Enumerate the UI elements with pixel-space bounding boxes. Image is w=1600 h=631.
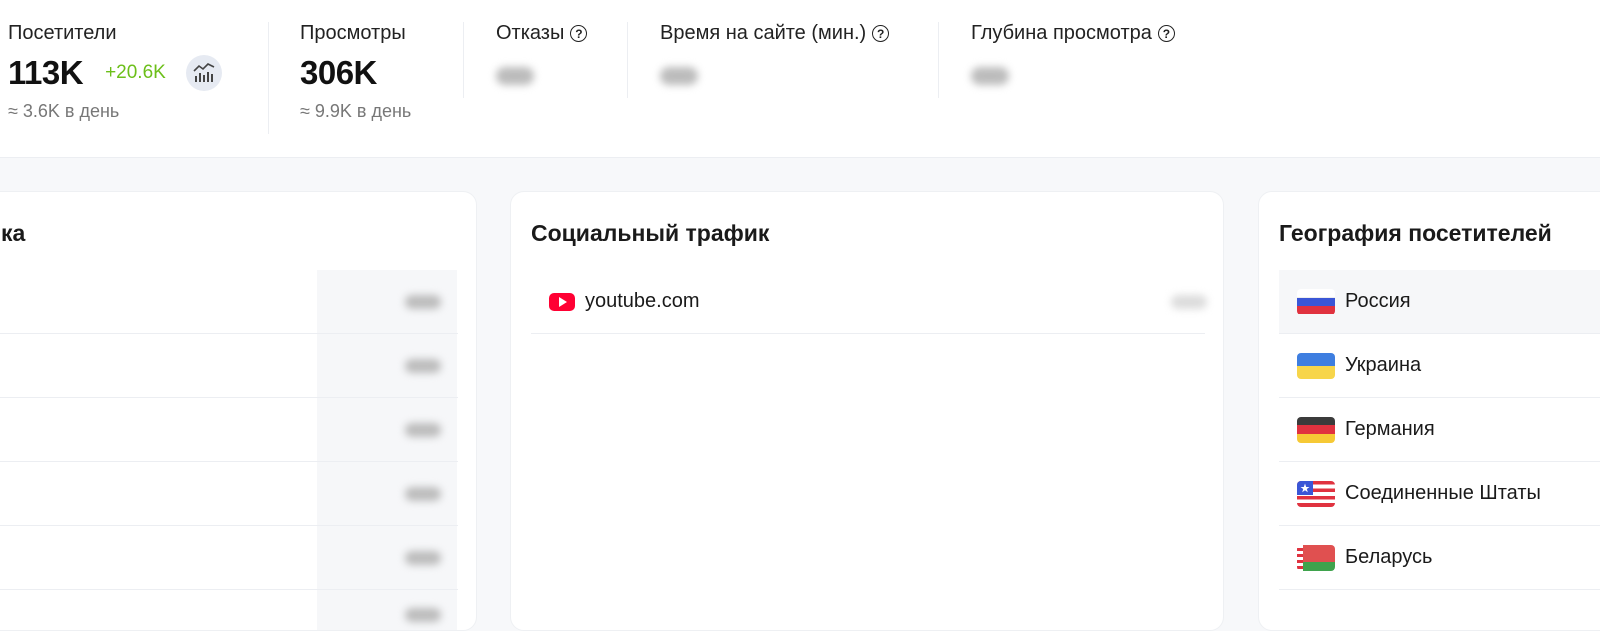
country-item-germany[interactable]: Германия: [1279, 398, 1600, 462]
stat-visitors-label: Посетители: [8, 22, 117, 44]
help-icon[interactable]: ?: [1157, 25, 1175, 42]
trend-chart-button[interactable]: [185, 55, 222, 91]
stat-bounces: Отказы ?: [496, 22, 588, 85]
row-value-blurred: [405, 358, 441, 373]
social-traffic-card: Социальный трафик youtube.com: [510, 191, 1224, 631]
stat-depth-value-blurred: [971, 67, 1009, 85]
stat-depth: Глубина просмотра ?: [971, 22, 1175, 85]
stat-divider: [463, 22, 464, 98]
row-value-blurred: [405, 294, 441, 309]
stat-views-per-day: ≈ 9.9K в день: [300, 101, 412, 121]
traffic-sources-card: ка: [0, 191, 477, 631]
social-item-youtube[interactable]: youtube.com: [531, 270, 1207, 334]
social-item-label: youtube.com: [585, 290, 700, 312]
russia-flag-icon: [1297, 288, 1335, 315]
stat-visitors-per-day: ≈ 3.6K в день: [8, 101, 120, 121]
card-title: Социальный трафик: [531, 220, 770, 246]
row-value-blurred: [405, 486, 441, 501]
stat-visitors: Посетители 113K +20.6K ≈ 3.6K в день: [8, 22, 222, 122]
stat-views-value: 306K: [300, 54, 377, 91]
stats-strip: Посетители 113K +20.6K ≈ 3.6K в день Про…: [0, 0, 1600, 158]
stat-visitors-delta: +20.6K: [105, 62, 166, 83]
germany-flag-icon: [1297, 416, 1335, 443]
stat-bounces-value-blurred: [496, 67, 534, 85]
list-item[interactable]: [0, 398, 458, 462]
country-name: Германия: [1345, 418, 1435, 440]
country-item-ukraine[interactable]: Украина: [1279, 334, 1600, 398]
card-title: ка: [1, 220, 26, 246]
belarus-flag-icon: [1297, 544, 1335, 571]
country-name: Соединенные Штаты: [1345, 482, 1541, 504]
trend-chart-icon: [193, 63, 215, 82]
list-item[interactable]: [0, 526, 458, 590]
list-item[interactable]: [0, 270, 458, 334]
stat-views-label: Просмотры: [300, 22, 406, 44]
list-item[interactable]: [0, 334, 458, 398]
youtube-icon: [549, 292, 575, 311]
ukraine-flag-icon: [1297, 352, 1335, 379]
country-item-russia[interactable]: Россия: [1279, 270, 1600, 334]
usa-flag-icon: [1297, 480, 1335, 507]
stat-views: Просмотры 306K ≈ 9.9K в день: [300, 22, 411, 122]
stat-divider: [627, 22, 628, 98]
row-value-blurred: [405, 608, 441, 622]
help-icon[interactable]: ?: [872, 25, 890, 42]
list-item[interactable]: [0, 462, 458, 526]
country-item-belarus[interactable]: Беларусь: [1279, 526, 1600, 590]
stat-depth-label: Глубина просмотра: [971, 22, 1152, 44]
country-item-usa[interactable]: Соединенные Штаты: [1279, 462, 1600, 526]
stat-bounces-label: Отказы: [496, 22, 565, 44]
help-icon[interactable]: ?: [570, 25, 588, 42]
stat-divider: [268, 22, 269, 134]
stat-visitors-value: 113K: [8, 54, 84, 91]
card-title: География посетителей: [1279, 220, 1552, 246]
stat-time-on-site-label: Время на сайте (мин.): [660, 22, 867, 44]
country-name: Беларусь: [1345, 546, 1433, 568]
row-value-blurred: [1171, 294, 1207, 309]
stat-time-on-site: Время на сайте (мин.) ?: [660, 22, 890, 85]
list-item[interactable]: [0, 590, 458, 630]
row-value-blurred: [405, 550, 441, 565]
stat-divider: [938, 22, 939, 98]
visitor-geography-card: География посетителей Россия Украина Гер…: [1258, 191, 1600, 631]
country-name: Россия: [1345, 290, 1411, 312]
stat-time-on-site-value-blurred: [660, 67, 698, 85]
country-name: Украина: [1345, 354, 1422, 376]
row-value-blurred: [405, 422, 441, 437]
